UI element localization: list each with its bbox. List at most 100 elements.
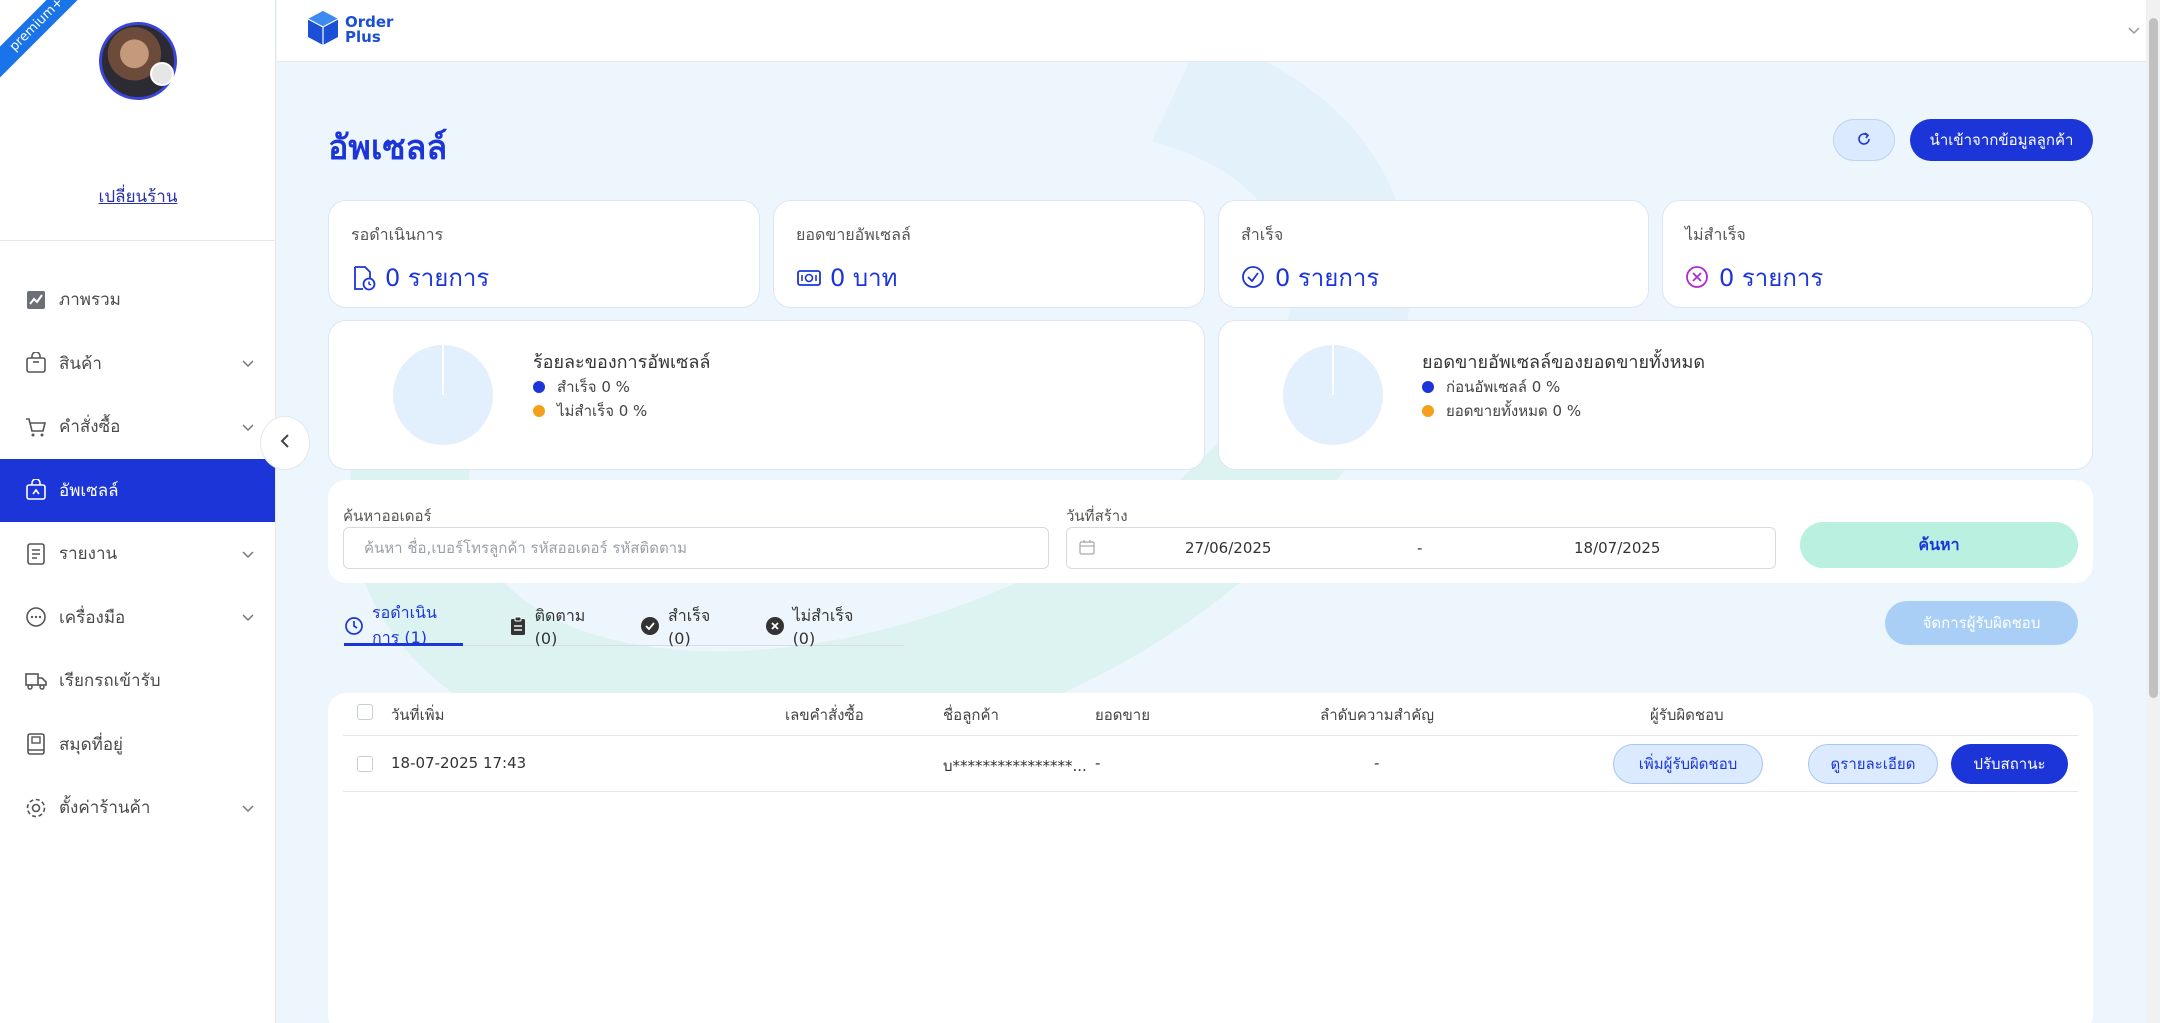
- sidebar-item-reports[interactable]: รายงาน: [0, 522, 275, 586]
- premium-badge: premium+: [0, 0, 98, 86]
- tab-label: รอดำเนินการ (1): [372, 603, 437, 647]
- filter-panel: ค้นหาออเดอร์ วันที่สร้าง 27/06/2025 - 18…: [328, 480, 2093, 583]
- x-circle-icon: [1685, 265, 1711, 291]
- sidebar-item-tools[interactable]: เครื่องมือ: [0, 586, 275, 650]
- chevron-down-icon[interactable]: [2128, 20, 2140, 39]
- select-all-checkbox[interactable]: [357, 704, 373, 720]
- truck-icon: [25, 670, 47, 692]
- stat-value-text: 0 บาท: [830, 264, 898, 292]
- date-label: วันที่สร้าง: [1066, 507, 1128, 525]
- pie-title: ยอดขายอัพเซลล์ของยอดขายทั้งหมด: [1422, 352, 1706, 373]
- sidebar-item-address-book[interactable]: สมุดที่อยู่: [0, 713, 275, 777]
- date-to[interactable]: 18/07/2025: [1574, 539, 1660, 557]
- cube-logo-icon: [307, 10, 339, 50]
- date-range-picker[interactable]: 27/06/2025 - 18/07/2025: [1066, 527, 1776, 569]
- tab-success[interactable]: สำเร็จ (0): [640, 606, 719, 648]
- manage-owner-button[interactable]: จัดการผู้รับผิดชอบ: [1885, 601, 2078, 645]
- stat-value-text: 0 รายการ: [1275, 264, 1380, 292]
- gear-icon: [25, 797, 47, 819]
- sidebar: premium+ เปลี่ยนร้าน ภาพรวม สินค้า คำสั่…: [0, 0, 276, 1023]
- stat-label: รอดำเนินการ: [351, 225, 444, 244]
- upsell-pie-chart: [393, 345, 493, 445]
- upsell-table: วันที่เพิ่ม เลขคำสั่งซื้อ ชื่อลูกค้า ยอด…: [328, 693, 2093, 1023]
- check-circle-icon: [1241, 265, 1267, 291]
- upsell-bag-icon: [25, 479, 47, 501]
- tab-label: สำเร็จ (0): [668, 606, 711, 648]
- tab-label: ติดตาม (0): [534, 606, 586, 648]
- column-header[interactable]: ชื่อลูกค้า: [943, 703, 999, 727]
- column-header[interactable]: ลำดับความสำคัญ: [1320, 703, 1434, 727]
- chart-icon: [25, 289, 47, 311]
- sidebar-collapse-button[interactable]: [260, 416, 310, 470]
- cart-icon: [25, 416, 47, 438]
- clipboard-icon: [509, 616, 527, 636]
- legend-failed: ไม่สำเร็จ 0 %: [533, 399, 647, 423]
- stat-value: 0 รายการ: [351, 258, 737, 297]
- stat-value: 0 รายการ: [1241, 258, 1626, 297]
- page-scrollbar[interactable]: [2146, 0, 2160, 1023]
- search-button[interactable]: ค้นหา: [1800, 522, 2078, 568]
- cell-sales: -: [1095, 754, 1101, 772]
- legend-dot: [533, 381, 545, 393]
- refresh-icon: [1856, 131, 1872, 150]
- upsell-share-pie-chart: [1283, 345, 1383, 445]
- sidebar-item-label: ภาพรวม: [59, 290, 121, 311]
- column-header[interactable]: เลขคำสั่งซื้อ: [785, 703, 864, 727]
- legend-label: ยอดขายทั้งหมด 0 %: [1446, 402, 1582, 420]
- sidebar-item-shop-settings[interactable]: ตั้งค่าร้านค้า: [0, 776, 275, 840]
- sidebar-item-label: อัพเซลล์: [59, 480, 119, 501]
- column-header[interactable]: ผู้รับผิดชอบ: [1650, 703, 1724, 727]
- view-detail-button[interactable]: ดูรายละเอียด: [1808, 744, 1938, 784]
- sidebar-item-upsell[interactable]: อัพเซลล์: [0, 458, 275, 522]
- tab-follow-up[interactable]: ติดตาม (0): [509, 606, 594, 648]
- chevron-down-icon: [242, 607, 254, 627]
- upsell-percentage-card: ร้อยละของการอัพเซลล์ สำเร็จ 0 % ไม่สำเร็…: [328, 320, 1205, 470]
- stat-card-upsell-sales: ยอดขายอัพเซลล์ 0 บาท: [773, 200, 1205, 308]
- stat-value-text: 0 รายการ: [385, 264, 490, 292]
- x-circle-filled-icon: [765, 616, 785, 636]
- stat-label: ไม่สำเร็จ: [1685, 225, 1746, 244]
- stat-card-failed: ไม่สำเร็จ 0 รายการ: [1662, 200, 2093, 308]
- sidebar-item-label: เรียกรถเข้ารับ: [59, 671, 161, 692]
- legend-before-upsell: ก่อนอัพเซลล์ 0 %: [1422, 375, 1560, 399]
- sidebar-item-label: เครื่องมือ: [59, 607, 126, 628]
- sidebar-item-orders[interactable]: คำสั่งซื้อ: [0, 395, 275, 459]
- add-owner-button[interactable]: เพิ่มผู้รับผิดชอบ: [1613, 744, 1763, 784]
- scrollbar-thumb[interactable]: [2149, 18, 2158, 698]
- legend-success: สำเร็จ 0 %: [533, 375, 630, 399]
- cell-priority: -: [1374, 754, 1380, 772]
- date-from[interactable]: 27/06/2025: [1185, 539, 1271, 557]
- update-status-button[interactable]: ปรับสถานะ: [1951, 744, 2068, 784]
- cell-date: 18-07-2025 17:43: [391, 754, 527, 772]
- chevron-down-icon: [242, 544, 254, 564]
- sidebar-item-pickup[interactable]: เรียกรถเข้ารับ: [0, 649, 275, 713]
- legend-label: สำเร็จ 0 %: [557, 378, 630, 396]
- tab-pending[interactable]: รอดำเนินการ (1): [344, 603, 463, 647]
- legend-total-sales: ยอดขายทั้งหมด 0 %: [1422, 399, 1581, 423]
- date-separator: -: [1417, 539, 1423, 557]
- sidebar-nav: ภาพรวม สินค้า คำสั่งซื้อ อัพเซลล์ รายงาน…: [0, 268, 275, 840]
- row-checkbox[interactable]: [357, 756, 373, 772]
- status-tabs: รอดำเนินการ (1) ติดตาม (0) สำเร็จ (0) ไม…: [344, 603, 904, 648]
- shop-avatar[interactable]: [99, 22, 177, 100]
- column-header[interactable]: วันที่เพิ่ม: [391, 703, 444, 727]
- sidebar-item-overview[interactable]: ภาพรวม: [0, 268, 275, 332]
- refresh-button[interactable]: [1833, 119, 1895, 161]
- sidebar-item-products[interactable]: สินค้า: [0, 332, 275, 396]
- tab-failed[interactable]: ไม่สำเร็จ (0): [765, 606, 858, 648]
- app-logo[interactable]: Order Plus: [307, 10, 393, 50]
- order-search-input[interactable]: [343, 527, 1049, 569]
- chevron-down-icon: [242, 417, 254, 437]
- avatar-badge-icon: [150, 62, 174, 86]
- import-from-customer-button[interactable]: นำเข้าจากข้อมูลลูกค้า: [1910, 119, 2093, 161]
- sidebar-item-label: สมุดที่อยู่: [59, 734, 123, 755]
- upsell-share-card: ยอดขายอัพเซลล์ของยอดขายทั้งหมด ก่อนอัพเซ…: [1218, 320, 2093, 470]
- legend-label: ก่อนอัพเซลล์ 0 %: [1446, 378, 1561, 396]
- column-header[interactable]: ยอดขาย: [1095, 703, 1150, 727]
- legend-label: ไม่สำเร็จ 0 %: [557, 402, 648, 420]
- change-shop-link[interactable]: เปลี่ยนร้าน: [0, 183, 275, 210]
- search-label: ค้นหาออเดอร์: [343, 507, 432, 525]
- top-bar: Order Plus: [277, 0, 2160, 62]
- chevron-down-icon: [242, 798, 254, 818]
- bag-icon: [25, 352, 47, 374]
